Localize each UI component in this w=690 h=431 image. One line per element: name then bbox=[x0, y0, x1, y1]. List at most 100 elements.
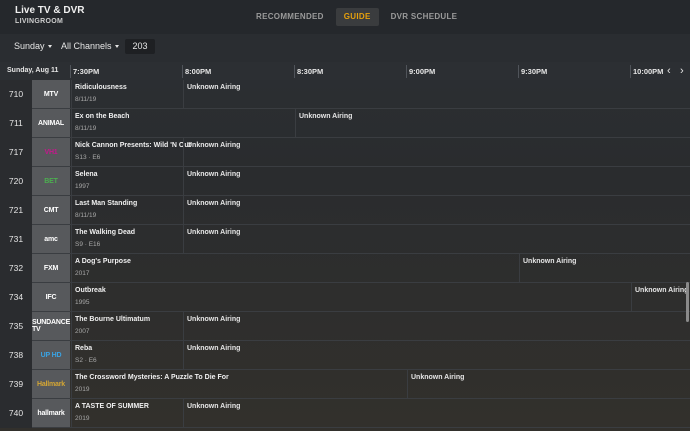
program-track: Ex on the Beach 8/11/19 Unknown Airing bbox=[71, 109, 690, 137]
program-cell[interactable]: The Crossword Mysteries: A Puzzle To Die… bbox=[71, 370, 407, 398]
guide-row: 731 amc The Walking Dead S9 · E16 Unknown Ai… bbox=[0, 225, 690, 254]
channel-logo-text: amc bbox=[44, 235, 58, 243]
guide-row: 711 ANIMAL Ex on the Beach 8/11/19 Unknown A… bbox=[0, 109, 690, 138]
tab-dvr-schedule[interactable]: DVR SCHEDULE bbox=[383, 8, 466, 26]
program-cell[interactable]: Reba S2 · E6 bbox=[71, 341, 183, 369]
tab-guide[interactable]: GUIDE bbox=[335, 8, 379, 26]
unknown-airing-label: Unknown Airing bbox=[187, 316, 241, 323]
program-cell[interactable]: A TASTE OF SUMMER 2019 bbox=[71, 399, 183, 427]
time-slot: 10:00PM bbox=[629, 65, 664, 78]
program-cell[interactable]: Unknown Airing bbox=[631, 283, 690, 311]
program-cell[interactable]: Unknown Airing bbox=[295, 109, 690, 137]
program-meta: 2017 bbox=[75, 270, 90, 277]
program-title: Ridiculousness bbox=[75, 84, 127, 91]
channel-logo[interactable]: FXM bbox=[32, 254, 70, 282]
unknown-airing-label: Unknown Airing bbox=[187, 171, 241, 178]
channel-number: 734 bbox=[0, 283, 32, 312]
unknown-airing-label: Unknown Airing bbox=[411, 374, 465, 381]
program-cell[interactable]: Unknown Airing bbox=[183, 196, 690, 224]
program-cell[interactable]: The Bourne Ultimatum 2007 bbox=[71, 312, 183, 340]
program-cell[interactable]: Ridiculousness 8/11/19 bbox=[71, 80, 183, 108]
day-dropdown[interactable]: Sunday bbox=[14, 41, 52, 51]
program-cell[interactable]: Unknown Airing bbox=[183, 225, 690, 253]
program-cell[interactable]: Unknown Airing bbox=[183, 80, 690, 108]
program-track: Reba S2 · E6 Unknown Airing bbox=[71, 341, 690, 369]
channel-logo[interactable]: BET bbox=[32, 167, 70, 195]
channel-logo-text: Hallmark bbox=[37, 380, 65, 388]
channel-logo-text: CMT bbox=[43, 206, 59, 214]
channel-logo[interactable]: MTV bbox=[32, 80, 70, 108]
server-name: LIVINGROOM bbox=[15, 18, 64, 25]
program-title: Last Man Standing bbox=[75, 200, 138, 207]
program-cell[interactable]: Unknown Airing bbox=[183, 138, 690, 166]
program-track: Selena 1997 Unknown Airing bbox=[71, 167, 690, 195]
program-meta: 8/11/19 bbox=[75, 96, 97, 103]
guide-row: 721 CMT Last Man Standing 8/11/19 Unknown Ai… bbox=[0, 196, 690, 225]
unknown-airing-label: Unknown Airing bbox=[187, 142, 241, 149]
program-cell[interactable]: Unknown Airing bbox=[407, 370, 690, 398]
program-cell[interactable]: Selena 1997 bbox=[71, 167, 183, 195]
chevron-left-icon[interactable]: ‹ bbox=[667, 65, 671, 77]
program-track: Nick Cannon Presents: Wild 'N Out S13 · E… bbox=[71, 138, 690, 166]
program-title: A Dog's Purpose bbox=[75, 258, 131, 265]
guide-row: 720 BET Selena 1997 Unknown Airing bbox=[0, 167, 690, 196]
program-title: A TASTE OF SUMMER bbox=[75, 403, 149, 410]
program-cell[interactable]: Nick Cannon Presents: Wild 'N Out S13 · E… bbox=[71, 138, 191, 166]
day-dropdown-label: Sunday bbox=[14, 41, 45, 51]
time-slot: 8:00PM bbox=[181, 65, 212, 78]
channel-logo-text: MTV bbox=[43, 90, 59, 98]
channel-logo[interactable]: amc bbox=[32, 225, 70, 253]
chevron-right-icon[interactable]: › bbox=[680, 65, 684, 77]
channel-number: 710 bbox=[0, 80, 32, 109]
unknown-airing-label: Unknown Airing bbox=[187, 403, 241, 410]
time-header: Sunday, Aug 11 7:30PM 8:00PM 8:30PM 9:00… bbox=[0, 62, 690, 80]
program-cell[interactable]: Unknown Airing bbox=[183, 341, 690, 369]
program-track: A TASTE OF SUMMER 2019 Unknown Airing bbox=[71, 399, 690, 427]
program-cell[interactable]: Unknown Airing bbox=[183, 167, 690, 195]
channel-logo-text: SUNDANCE TV bbox=[31, 319, 71, 333]
program-track: A Dog's Purpose 2017 Unknown Airing bbox=[71, 254, 690, 282]
channel-logo[interactable]: SUNDANCE TV bbox=[32, 312, 70, 340]
tab-recommended[interactable]: RECOMMENDED bbox=[248, 8, 332, 26]
program-title: The Walking Dead bbox=[75, 229, 136, 236]
filter-bar: Sunday All Channels 203 bbox=[0, 34, 690, 62]
channel-logo[interactable]: CMT bbox=[32, 196, 70, 224]
channel-number: 740 bbox=[0, 399, 32, 428]
channel-logo[interactable]: IFC bbox=[32, 283, 70, 311]
program-cell[interactable]: Unknown Airing bbox=[183, 312, 690, 340]
channel-logo[interactable]: hallmark bbox=[32, 399, 70, 427]
channel-logo[interactable]: ANIMAL bbox=[32, 109, 70, 137]
program-cell[interactable]: Unknown Airing bbox=[519, 254, 690, 282]
program-meta: 1995 bbox=[75, 299, 90, 306]
channel-logo-text: UP HD bbox=[40, 351, 62, 359]
program-cell[interactable]: Unknown Airing bbox=[183, 399, 690, 427]
program-title: Outbreak bbox=[75, 287, 106, 294]
program-cell[interactable]: Last Man Standing 8/11/19 bbox=[71, 196, 183, 224]
program-title: Ex on the Beach bbox=[75, 113, 130, 120]
channel-logo[interactable]: Hallmark bbox=[32, 370, 70, 398]
channel-logo-text: FXM bbox=[43, 264, 59, 272]
channel-logo[interactable]: UP HD bbox=[32, 341, 70, 369]
program-cell[interactable]: The Walking Dead S9 · E16 bbox=[71, 225, 183, 253]
channel-logo[interactable]: VH1 bbox=[32, 138, 70, 166]
guide-row: 734 IFC Outbreak 1995 Unknown Airing bbox=[0, 283, 690, 312]
channel-logo-text: BET bbox=[44, 177, 58, 185]
program-track: The Walking Dead S9 · E16 Unknown Airing bbox=[71, 225, 690, 253]
program-meta: S13 · E6 bbox=[75, 154, 101, 161]
scrollbar[interactable] bbox=[686, 282, 689, 322]
channel-logo-text: IFC bbox=[45, 293, 57, 301]
channel-logo-text: hallmark bbox=[37, 409, 65, 417]
unknown-airing-label: Unknown Airing bbox=[523, 258, 577, 265]
program-title: Nick Cannon Presents: Wild 'N Out bbox=[75, 142, 191, 149]
unknown-airing-label: Unknown Airing bbox=[299, 113, 353, 120]
program-meta: S2 · E6 bbox=[75, 357, 97, 364]
channels-dropdown[interactable]: All Channels bbox=[61, 41, 119, 51]
program-cell[interactable]: A Dog's Purpose 2017 bbox=[71, 254, 519, 282]
channels-dropdown-label: All Channels bbox=[61, 41, 112, 51]
program-cell[interactable]: Ex on the Beach 8/11/19 bbox=[71, 109, 295, 137]
program-cell[interactable]: Outbreak 1995 bbox=[71, 283, 631, 311]
channel-jump-input[interactable]: 203 bbox=[125, 39, 155, 54]
program-meta: 2019 bbox=[75, 386, 90, 393]
guide-row: 710 MTV Ridiculousness 8/11/19 Unknown Airin… bbox=[0, 80, 690, 109]
channel-number: 731 bbox=[0, 225, 32, 254]
